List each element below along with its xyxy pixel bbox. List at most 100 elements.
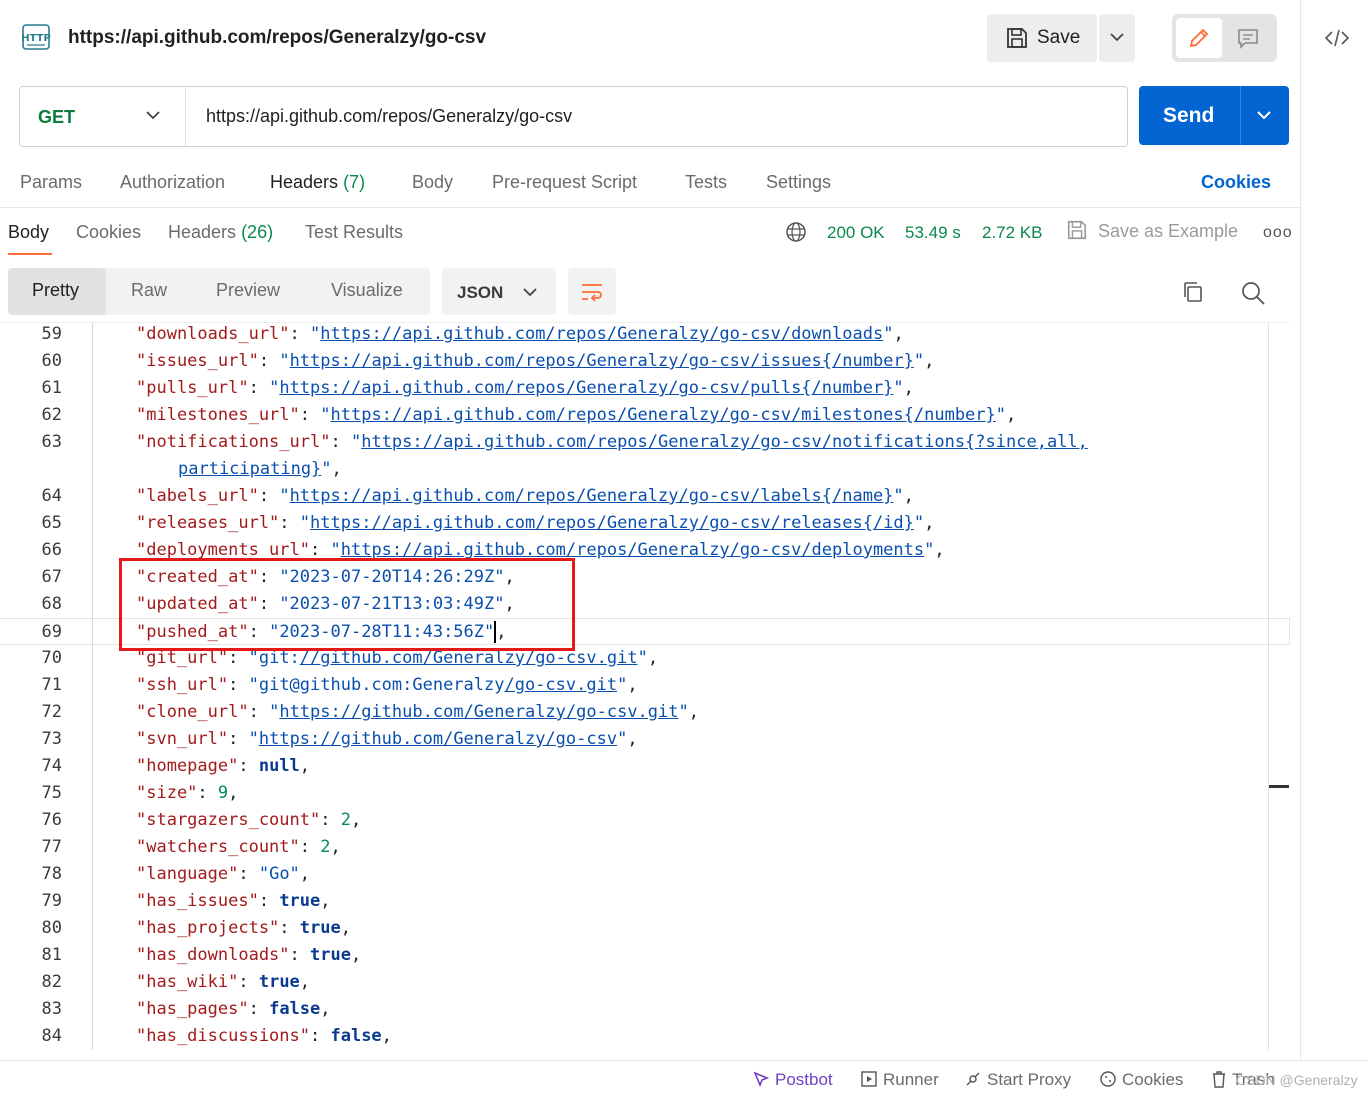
json-literal: true <box>310 945 351 965</box>
start-proxy-button[interactable]: Start Proxy <box>964 1070 1071 1090</box>
code-text: "svn_url": "https://github.com/Generalzy… <box>136 726 638 753</box>
json-punct: : <box>330 432 351 452</box>
view-pretty[interactable]: Pretty <box>8 268 106 315</box>
resp-tab-body[interactable]: Body <box>8 222 49 243</box>
json-punct: , <box>924 351 935 371</box>
json-punct: , <box>320 891 331 911</box>
json-punct: : <box>289 945 311 965</box>
method-select[interactable]: GET <box>20 87 186 146</box>
code-line: 61 "pulls_url": "https://api.github.com/r… <box>0 375 1290 402</box>
json-key: "homepage" <box>136 756 239 776</box>
send-button[interactable]: Send <box>1139 86 1289 145</box>
json-punct: , <box>893 324 904 344</box>
json-key: "notifications_url" <box>136 432 331 452</box>
globe-icon[interactable] <box>785 221 807 243</box>
json-number: 9 <box>217 783 229 803</box>
line-number: 76 <box>41 810 62 830</box>
json-url: https://api.github.com/repos/Generalzy/g… <box>289 351 914 371</box>
postbot-button[interactable]: Postbot <box>752 1070 833 1090</box>
json-quote: " <box>637 648 648 668</box>
json-punct: : <box>228 675 249 695</box>
format-select[interactable]: JSON <box>442 268 556 315</box>
json-quote: " <box>321 459 332 479</box>
json-punct: , <box>228 783 239 803</box>
search-icon[interactable] <box>1240 280 1266 306</box>
json-punct: , <box>924 513 935 533</box>
line-number: 78 <box>41 864 62 884</box>
url-input[interactable] <box>206 106 1106 127</box>
format-label: JSON <box>457 283 504 302</box>
tab-label: Body <box>412 172 454 192</box>
line-number: 72 <box>41 702 62 722</box>
json-quote: " <box>893 378 904 398</box>
save-as-example-button[interactable]: Save as Example <box>1066 219 1238 246</box>
json-string: "Go" <box>258 864 300 884</box>
status-code[interactable]: 200 OK <box>827 223 885 243</box>
json-number: 2 <box>320 837 331 857</box>
code-line: 77 "watchers_count": 2, <box>0 834 1290 861</box>
json-punct: : <box>248 378 270 398</box>
tab-headers[interactable]: Headers (7) <box>270 172 365 193</box>
json-punct: : <box>299 405 321 425</box>
json-punct: : <box>238 864 259 884</box>
watermark: CSDN @Generalzy <box>1236 1072 1358 1088</box>
response-body-editor[interactable]: 59 "downloads_url": "https://api.github.c… <box>0 322 1290 1050</box>
json-punct: , <box>627 729 638 749</box>
json-punct: , <box>1006 405 1017 425</box>
request-title[interactable]: https://api.github.com/repos/Generalzy/g… <box>68 27 486 49</box>
copy-icon[interactable] <box>1181 280 1205 304</box>
proxy-icon <box>966 1072 980 1086</box>
pane-divider[interactable] <box>0 207 1300 208</box>
cookies-link[interactable]: Cookies <box>1201 172 1271 193</box>
code-line: 64 "labels_url": "https://api.github.com/… <box>0 483 1290 510</box>
edit-mode-button[interactable] <box>1176 18 1222 58</box>
cookie-icon <box>1100 1071 1116 1087</box>
tab-settings[interactable]: Settings <box>766 172 831 193</box>
save-button[interactable]: Save <box>987 14 1097 62</box>
line-number: 67 <box>41 567 62 587</box>
json-url: https://api.github.com/repos/Generalzy/g… <box>279 378 894 398</box>
line-number: 61 <box>41 378 62 398</box>
view-raw[interactable]: Raw <box>131 268 167 315</box>
mode-toggle <box>1172 14 1277 62</box>
json-literal: true <box>299 918 341 938</box>
url-bar: GET <box>19 86 1128 147</box>
view-visualize[interactable]: Visualize <box>331 268 403 315</box>
tab-authorization[interactable]: Authorization <box>120 172 225 193</box>
tab-body[interactable]: Body <box>412 172 453 193</box>
json-quote: " <box>299 513 311 533</box>
tab-tests[interactable]: Tests <box>685 172 727 193</box>
resp-tab-test-results[interactable]: Test Results <box>305 222 403 243</box>
tab-label: Settings <box>766 172 832 192</box>
code-line: 78 "language": "Go", <box>0 861 1290 888</box>
wrap-lines-button[interactable] <box>568 268 616 315</box>
runner-button[interactable]: Runner <box>860 1070 939 1090</box>
response-size[interactable]: 2.72 KB <box>982 223 1043 243</box>
runner-label: Runner <box>883 1070 939 1089</box>
json-key: "has_pages" <box>136 999 249 1019</box>
code-line: 60 "issues_url": "https://api.github.com/… <box>0 348 1290 375</box>
cookies-button[interactable]: Cookies <box>1099 1070 1183 1090</box>
json-quote: " <box>350 432 362 452</box>
tab-label: Headers <box>168 222 237 242</box>
code-snippet-icon[interactable] <box>1324 27 1350 49</box>
view-preview[interactable]: Preview <box>216 268 280 315</box>
code-text: "has_pages": false, <box>136 996 331 1023</box>
json-key: "has_discussions" <box>136 1026 310 1046</box>
json-url: //github.com/Generalzy/go-csv.git <box>299 648 638 668</box>
start-proxy-label: Start Proxy <box>987 1070 1072 1089</box>
tab-label: Authorization <box>120 172 226 192</box>
more-options-icon[interactable]: ooo <box>1263 224 1293 242</box>
json-key: "ssh_url" <box>136 675 229 695</box>
response-time[interactable]: 53.49 s <box>905 223 961 243</box>
save-options-button[interactable] <box>1099 14 1135 62</box>
chevron-down-icon[interactable] <box>1256 109 1272 121</box>
resp-tab-headers[interactable]: Headers (26) <box>168 222 273 243</box>
code-text: "notifications_url": "https://api.github… <box>136 429 1088 456</box>
resp-tab-cookies[interactable]: Cookies <box>76 222 141 243</box>
tab-pre-request-script[interactable]: Pre-request Script <box>492 172 637 193</box>
json-punct: , <box>320 999 331 1019</box>
json-punct: : <box>310 540 331 560</box>
code-line: 83 "has_pages": false, <box>0 996 1290 1023</box>
tab-params[interactable]: Params <box>20 172 82 193</box>
